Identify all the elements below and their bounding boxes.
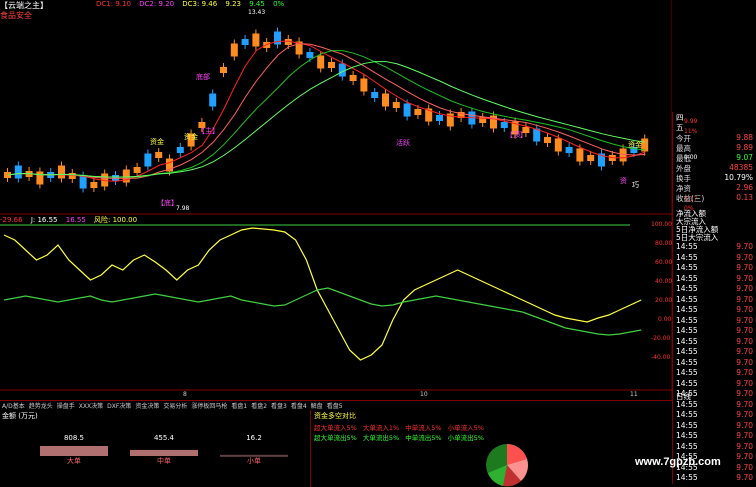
ma-line xyxy=(7,61,646,178)
flow-pie-chart xyxy=(486,444,528,487)
sidebar-tab[interactable]: 五 xyxy=(673,122,756,132)
tick-row: 14:55 9.70 xyxy=(676,294,753,304)
annotation: 7.98 xyxy=(176,205,190,212)
annotation: 【主】 xyxy=(198,127,219,135)
indicator-legend: -29.66 J: 16.55 16.55 风险: 100.00 xyxy=(0,215,137,225)
tick-row: 14:55 9.70 xyxy=(676,431,753,440)
tick-row: 14:55 9.70 xyxy=(676,473,753,482)
legend-value: 风险: 100.00 xyxy=(94,216,138,224)
legend-value: J: 16.55 xyxy=(30,216,58,224)
tick-row: 14:55 9.70 xyxy=(676,242,753,251)
indicator-axis-label: -40.00 xyxy=(651,354,671,361)
sidebar-stat: 净资 2.96 xyxy=(676,183,753,193)
ma-line xyxy=(7,43,646,179)
tick-row: 14:55 9.70 xyxy=(676,326,753,335)
tick-row: 14:55 9.70 xyxy=(676,263,753,272)
ma-line xyxy=(7,40,646,182)
fund-bar xyxy=(130,449,198,456)
indicator-axis-label: 100.00 xyxy=(651,221,672,228)
tick-row: 14:55 9.70 xyxy=(676,357,753,367)
date-label: 10 xyxy=(420,391,428,398)
indicator-line xyxy=(3,287,642,336)
legend-value: 16.55 xyxy=(65,216,86,224)
price-chart[interactable] xyxy=(0,0,672,400)
indicator-axis-label: 0.00 xyxy=(658,316,672,323)
ma-line xyxy=(7,50,646,178)
indicator-lines xyxy=(0,224,642,361)
flow-row: 超大单流入5% 大单流入1% 中单流入5% 小单流入5% xyxy=(314,424,484,432)
fund-bar-label: 中单 xyxy=(157,456,171,465)
indicator-axis-label: 20.00 xyxy=(655,297,673,304)
fund-bar-value: 455.4 xyxy=(154,434,175,442)
watermark: www.7gpzb.com xyxy=(635,456,721,468)
tick-row: 14:55 9.70 xyxy=(676,305,753,314)
indicator-axis-label: 40.00 xyxy=(655,278,673,285)
annotation: 底部 xyxy=(196,73,210,81)
fund-bar-value: 16.2 xyxy=(246,434,262,442)
annotation: 13.43 xyxy=(248,9,266,16)
tick-row: 14:55 9.70 xyxy=(676,420,753,430)
fund-panel: 金额 (万元) 808.5 大单 455.4 中单 16.2 小单 xyxy=(0,410,308,487)
indicator-axis-label: -20.00 xyxy=(651,335,671,342)
date-label: 8 xyxy=(183,391,187,398)
indicator-line xyxy=(3,227,642,361)
fund-bar-value: 808.5 xyxy=(64,434,84,442)
sidebar-flow: 5日大宗流入 xyxy=(676,233,719,242)
tick-row: 14:55 9.70 xyxy=(676,368,753,377)
fund-bar-label: 小单 xyxy=(247,456,261,465)
tick-row: 14:55 9.70 xyxy=(676,378,753,388)
moving-averages xyxy=(7,40,646,182)
period-label[interactable]: 日线 xyxy=(673,391,756,401)
sidebar-stat: 外盘 48385 xyxy=(676,163,753,173)
tick-row: 14:55 9.70 xyxy=(676,441,753,451)
fund-bar-label: 大单 xyxy=(67,456,81,465)
annotation: 资金 xyxy=(628,141,642,149)
annotation: 资金 xyxy=(150,138,164,146)
sidebar-stat: 最低 9.07 xyxy=(676,153,753,163)
annotation: 【顶】 xyxy=(506,131,527,139)
fund-bar xyxy=(40,446,108,456)
annotation: 巧 xyxy=(632,181,639,189)
flow-panel-title: 资金多空对比 xyxy=(314,412,356,420)
fund-bars: 808.5 大单 455.4 中单 16.2 小单 xyxy=(40,434,288,465)
indicator-axis-label: 80.00 xyxy=(655,240,673,247)
tick-row: 14:55 9.70 xyxy=(676,336,753,346)
tick-row: 14:55 9.70 xyxy=(676,315,753,325)
annotation: 资 xyxy=(620,177,627,185)
sidebar-stat: 最高 9.89 xyxy=(676,143,753,153)
quote-sidebar: 四 五 今开 9.88 最高 9.89 最低 9.07 外盘 48385 换手 10.79% 净资 2… xyxy=(672,112,756,484)
sidebar-stat: 换手 10.79% xyxy=(676,173,753,183)
sidebar-tab[interactable]: 四 xyxy=(673,112,756,122)
annotation: 资金 xyxy=(184,133,198,141)
sidebar-stat: 今开 9.88 xyxy=(676,133,753,143)
tick-row: 14:55 9.70 xyxy=(676,273,753,283)
tick-row: 14:55 9.70 xyxy=(676,284,753,293)
flow-row: 超大单流出5% 大单流出5% 中单流出5% 小单流出5% xyxy=(314,434,484,442)
date-label: 11 xyxy=(630,391,638,398)
annotation: 【底】 xyxy=(157,199,178,207)
sidebar-stat: 收益(三) 0.13 xyxy=(676,193,753,203)
tick-row: 14:55 9.70 xyxy=(676,347,753,356)
annotation: 活跃 xyxy=(396,139,410,147)
flow-panel: 资金多空对比 超大单流入5% 大单流入1% 中单流入5% 小单流入5% 超大单流… xyxy=(310,410,673,487)
indicator-axis-label: 60.00 xyxy=(655,259,673,266)
tick-row: 14:55 9.70 xyxy=(676,410,753,419)
legend-value: -29.66 xyxy=(0,216,23,224)
tick-row: 14:55 9.70 xyxy=(676,252,753,262)
